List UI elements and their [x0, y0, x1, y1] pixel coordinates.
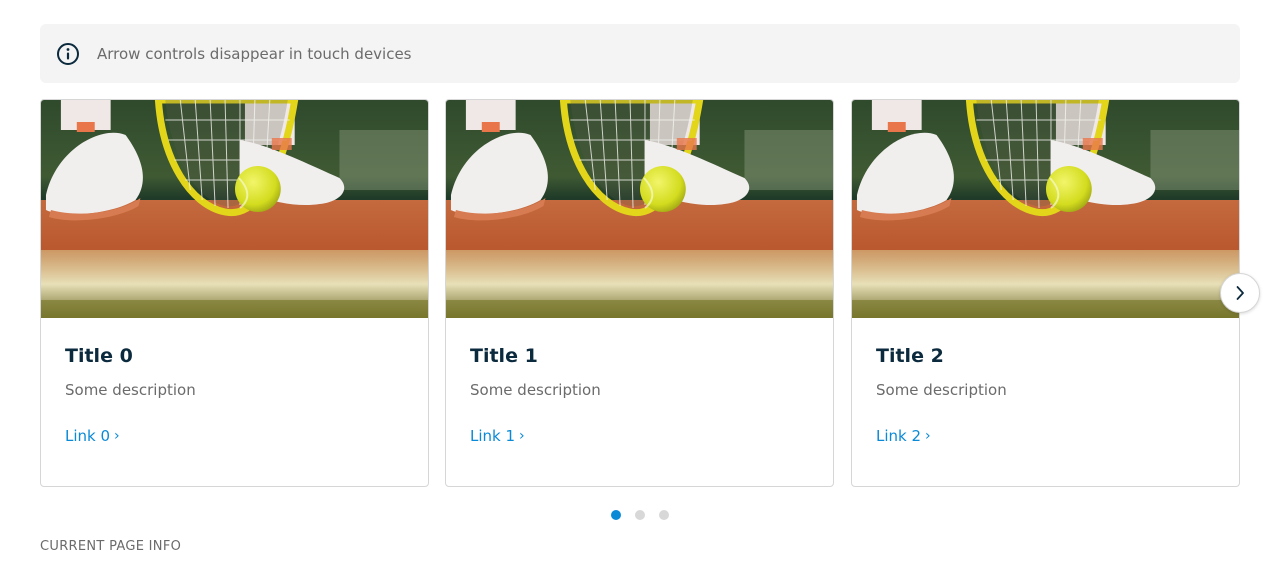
carousel-card: Title 1 Some description Link 1 › — [445, 99, 834, 487]
pagination-dot[interactable] — [635, 510, 645, 520]
chevron-right-icon: › — [114, 428, 120, 444]
carousel-next-button[interactable] — [1220, 273, 1260, 313]
tennis-image — [446, 100, 833, 318]
pagination-dot[interactable] — [659, 510, 669, 520]
chevron-right-icon — [1236, 286, 1244, 300]
tennis-image — [852, 100, 1239, 318]
info-icon — [56, 42, 80, 66]
card-link[interactable]: Link 2 › — [876, 427, 931, 445]
card-description: Some description — [470, 381, 601, 399]
card-link[interactable]: Link 0 › — [65, 427, 120, 445]
card-carousel: Title 0 Some description Link 0 › Title … — [40, 99, 1240, 487]
card-description: Some description — [876, 381, 1007, 399]
carousel-card: Title 0 Some description Link 0 › — [40, 99, 429, 487]
tennis-image — [41, 100, 428, 318]
card-title: Title 2 — [876, 345, 944, 367]
card-title: Title 1 — [470, 345, 538, 367]
card-link-label: Link 2 — [876, 427, 922, 445]
card-link-label: Link 1 — [470, 427, 516, 445]
carousel-pagination — [0, 510, 1280, 520]
chevron-right-icon: › — [519, 428, 525, 444]
pagination-dot-active[interactable] — [611, 510, 621, 520]
chevron-right-icon: › — [925, 428, 931, 444]
card-description: Some description — [65, 381, 196, 399]
info-notice: Arrow controls disappear in touch device… — [40, 24, 1240, 83]
current-page-info: CURRENT PAGE INFO — [40, 539, 182, 554]
card-link[interactable]: Link 1 › — [470, 427, 525, 445]
card-link-label: Link 0 — [65, 427, 111, 445]
notice-text: Arrow controls disappear in touch device… — [97, 44, 412, 63]
carousel-card: Title 2 Some description Link 2 › — [851, 99, 1240, 487]
card-title: Title 0 — [65, 345, 133, 367]
